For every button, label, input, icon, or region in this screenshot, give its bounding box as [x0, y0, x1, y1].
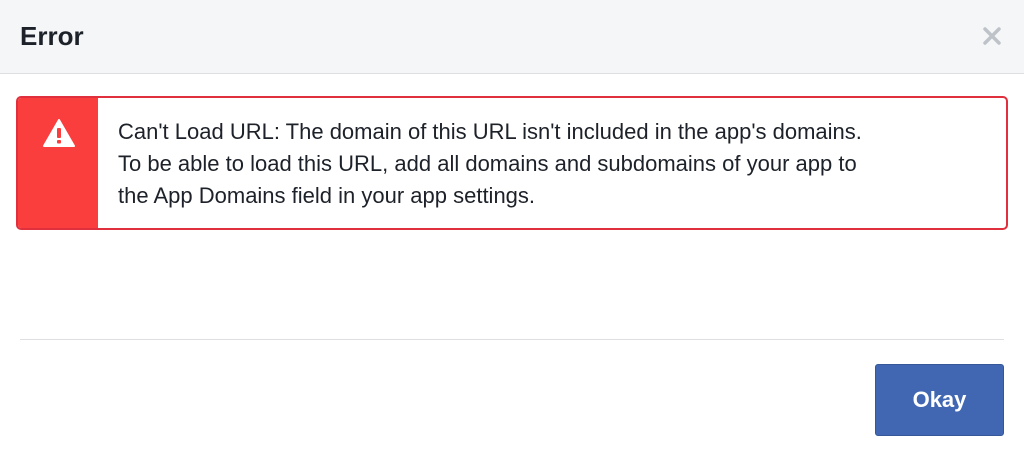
error-dialog: Error Can't Load URL: The domain of this… — [0, 0, 1024, 456]
alert-icon-strip — [18, 98, 98, 228]
error-alert: Can't Load URL: The domain of this URL i… — [16, 96, 1008, 230]
alert-message-line: Can't Load URL: The domain of this URL i… — [118, 119, 862, 144]
footer-divider — [20, 339, 1004, 340]
dialog-header: Error — [0, 0, 1024, 74]
alert-message-line: the App Domains field in your app settin… — [118, 183, 536, 208]
dialog-title: Error — [20, 21, 84, 51]
close-icon[interactable] — [980, 24, 1004, 48]
alert-message-line: To be able to load this URL, add all dom… — [118, 151, 857, 176]
okay-button[interactable]: Okay — [875, 364, 1004, 436]
warning-icon — [42, 118, 76, 148]
alert-message: Can't Load URL: The domain of this URL i… — [118, 116, 986, 212]
